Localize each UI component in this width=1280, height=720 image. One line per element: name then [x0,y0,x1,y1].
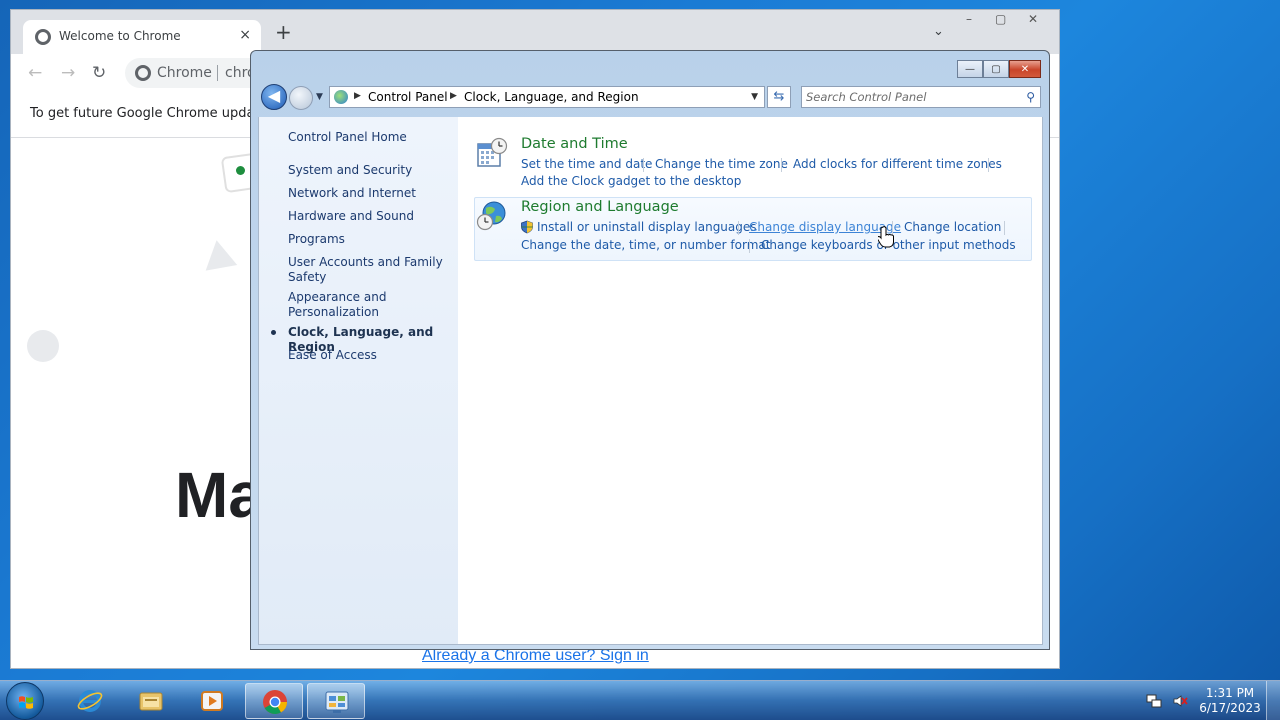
task-separator [988,158,989,172]
decorative-circle [27,330,59,362]
sidebar-item-system-security[interactable]: System and Security [288,163,453,178]
task-add-clocks[interactable]: Add clocks for different time zones [793,157,1002,171]
tab-title: Welcome to Chrome [59,29,181,43]
close-button[interactable]: ✕ [1009,60,1041,78]
category-title-region-language[interactable]: Region and Language [521,199,679,215]
decorative-triangle [200,237,238,271]
calendar-clock-icon [477,137,508,167]
task-separator [749,239,750,253]
minimize-button[interactable]: — [957,60,983,78]
task-separator [738,221,739,235]
taskbar-internet-explorer[interactable] [61,683,119,719]
control-panel-window: — ▢ ✕ ◀ ▼ ▶ Control Panel ▶ Clock, Langu… [250,50,1050,650]
search-input[interactable] [806,89,1016,105]
taskbar-windows-explorer[interactable] [122,683,180,719]
back-button[interactable]: ◀ [261,84,287,110]
network-icon[interactable] [1146,693,1162,709]
task-change-location[interactable]: Change location [904,220,1001,234]
category-title-date-time[interactable]: Date and Time [521,136,628,152]
sidebar-item-appearance[interactable]: Appearance and Personalization [288,290,453,320]
sidebar-item-user-accounts[interactable]: User Accounts and Family Safety [288,255,453,285]
start-button[interactable] [6,682,44,720]
uac-shield-icon [521,220,533,234]
control-panel-home-link[interactable]: Control Panel Home [288,130,453,145]
task-install-display-languages[interactable]: Install or uninstall display languages [537,220,757,234]
taskbar-media-player[interactable] [183,683,241,719]
breadcrumb-control-panel[interactable]: Control Panel [368,90,448,104]
refresh-button[interactable]: ⇆ [767,86,791,108]
internet-explorer-icon [77,690,103,712]
tab-close-icon[interactable]: × [239,27,251,43]
content-pane: Date and Time Set the time and date Chan… [458,117,1043,645]
chrome-favicon-icon [35,29,51,45]
address-bar[interactable]: ▶ Control Panel ▶ Clock, Language, and R… [329,86,765,108]
chrome-close-button[interactable]: ✕ [1028,12,1038,26]
taskbar: 1:31 PM 6/17/2023 [0,680,1280,720]
omnibox-divider [217,65,218,81]
task-set-time-date[interactable]: Set the time and date [521,157,652,171]
windows-flag-icon [19,696,33,709]
sidebar-item-programs[interactable]: Programs [288,232,453,247]
control-panel-globe-icon [334,90,348,104]
sidebar-item-network-internet[interactable]: Network and Internet [288,186,453,201]
tab-search-chevron-icon[interactable]: ⌄ [933,24,944,39]
globe-clock-icon [476,201,506,231]
windows-explorer-icon [139,692,163,711]
sidebar-item-hardware-sound[interactable]: Hardware and Sound [288,209,453,224]
maximize-button[interactable]: ▢ [983,60,1009,78]
chrome-logo-icon [135,65,151,81]
clock-time: 1:31 PM [1205,686,1255,700]
address-dropdown-icon[interactable]: ▼ [751,92,758,102]
clock-date: 6/17/2023 [1199,701,1261,715]
breadcrumb-clock-language-region[interactable]: Clock, Language, and Region [464,90,639,104]
task-change-date-time-number-format[interactable]: Change the date, time, or number format [521,238,770,252]
current-item-bullet [271,330,276,335]
chrome-minimize-button[interactable]: – [966,12,972,26]
forward-button[interactable] [289,86,313,110]
breadcrumb-arrow-icon[interactable]: ▶ [354,91,361,101]
chrome-tab-welcome[interactable]: Welcome to Chrome × [23,20,261,54]
hand-cursor-icon [878,226,894,248]
forward-arrow-icon[interactable]: → [61,63,75,83]
left-navigation-pane: Control Panel Home System and Security N… [258,117,458,645]
decorative-dot [236,166,245,175]
taskbar-clock[interactable]: 1:31 PM 6/17/2023 [1195,686,1265,716]
task-separator [781,158,782,172]
control-panel-icon [325,691,349,713]
chrome-maximize-button[interactable]: ▢ [995,12,1006,26]
show-desktop-button[interactable] [1266,681,1280,720]
sidebar-item-ease-of-access[interactable]: Ease of Access [288,348,453,363]
volume-muted-icon[interactable] [1172,693,1188,709]
task-separator [1004,221,1005,235]
task-separator [643,158,644,172]
search-box[interactable]: ⚲ [801,86,1041,108]
chrome-icon [263,690,287,715]
task-change-time-zone[interactable]: Change the time zone [655,157,788,171]
task-add-clock-gadget[interactable]: Add the Clock gadget to the desktop [521,174,741,188]
taskbar-control-panel[interactable] [307,683,365,719]
recent-pages-chevron-icon[interactable]: ▼ [316,92,323,102]
chrome-tab-strip: Welcome to Chrome × + ⌄ – ▢ ✕ [11,10,1059,54]
search-icon[interactable]: ⚲ [1026,90,1035,104]
breadcrumb-arrow-icon[interactable]: ▶ [450,91,457,101]
media-player-icon [201,691,223,711]
back-arrow-icon[interactable]: ← [28,63,42,83]
taskbar-chrome[interactable] [245,683,303,719]
infobar-text: To get future Google Chrome updates, [30,106,279,121]
new-tab-button[interactable]: + [275,22,292,42]
reload-icon[interactable]: ↻ [92,63,106,83]
caption-buttons: — ▢ ✕ [957,60,1041,78]
omnibox-label: Chrome [157,65,212,81]
